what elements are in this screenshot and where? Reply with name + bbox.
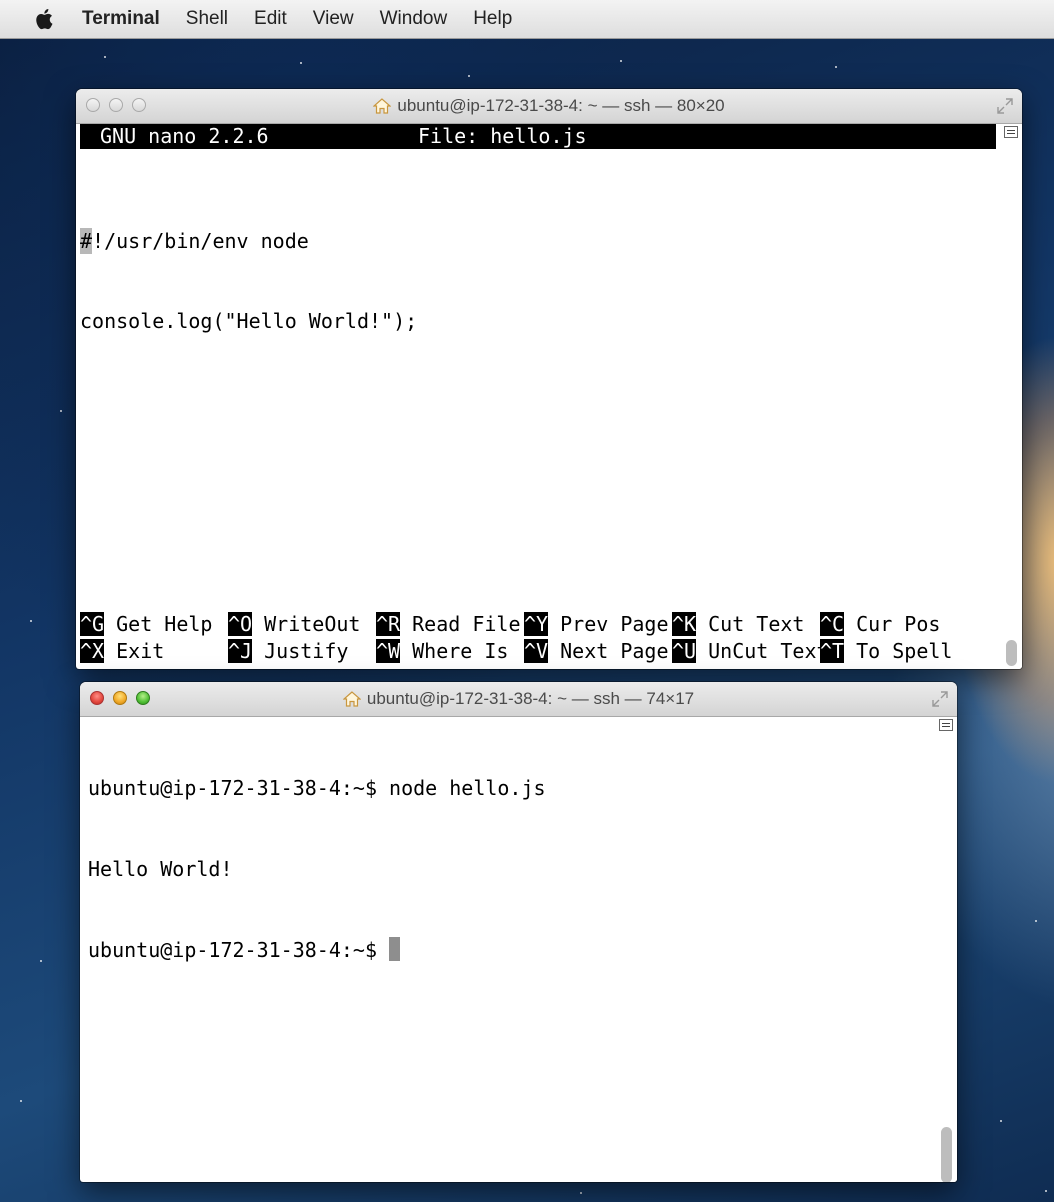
nano-shortcut-bar: ^G Get Help ^O WriteOut ^R Read File ^Y … [80, 611, 952, 665]
menu-app-name[interactable]: Terminal [82, 8, 160, 30]
prompt-line: ubuntu@ip-172-31-38-4:~$ [88, 937, 546, 966]
shortcut-next-page: ^V Next Page [524, 639, 669, 663]
shortcut-justify: ^J Justify [228, 639, 349, 663]
window-titlebar[interactable]: ubuntu@ip-172-31-38-4: ~ — ssh — 80×20 [76, 89, 1022, 124]
code-text: console.log("Hello World!"); [80, 309, 418, 333]
shortcut-read-file: ^R Read File [376, 612, 521, 636]
menu-bar: Terminal Shell Edit View Window Help [0, 0, 1054, 39]
fullscreen-icon[interactable] [931, 690, 949, 708]
nano-version: GNU nano 2.2.6 [100, 124, 269, 148]
shortcut-writeout: ^O WriteOut [228, 612, 361, 636]
star [1045, 1190, 1047, 1192]
star [40, 960, 42, 962]
home-icon [373, 98, 392, 114]
shell-terminal-window[interactable]: ubuntu@ip-172-31-38-4: ~ — ssh — 74×17 u… [80, 682, 957, 1182]
nano-editor[interactable]: GNU nano 2.2.6 File: hello.js #!/usr/bin… [76, 124, 1022, 669]
shell-prompt: ubuntu@ip-172-31-38-4:~$ [88, 938, 390, 962]
shortcut-cut-text: ^K Cut Text [672, 612, 805, 636]
star [620, 60, 622, 62]
shortcut-prev-page: ^Y Prev Page [524, 612, 669, 636]
star [1000, 1120, 1002, 1122]
window-title: ubuntu@ip-172-31-38-4: ~ — ssh — 80×20 [397, 96, 725, 115]
shortcut-exit: ^X Exit [80, 639, 165, 663]
nano-filename: File: hello.js [418, 124, 587, 148]
star [580, 1192, 582, 1194]
code-text: !/usr/bin/env node [92, 229, 309, 253]
text-cursor: # [80, 228, 93, 254]
scrollbar-menu-icon[interactable] [939, 719, 953, 731]
menu-shell[interactable]: Shell [186, 8, 228, 30]
shortcut-get-help: ^G Get Help [80, 612, 213, 636]
nano-header-bar: GNU nano 2.2.6 File: hello.js [80, 124, 996, 149]
fullscreen-icon[interactable] [996, 97, 1014, 115]
shortcut-where-is: ^W Where Is [376, 639, 509, 663]
star [60, 410, 62, 412]
scrollbar-menu-icon[interactable] [1004, 126, 1018, 138]
scrollbar[interactable] [935, 717, 957, 1182]
star [835, 66, 837, 68]
terminal-line: ubuntu@ip-172-31-38-4:~$ node hello.js [88, 776, 546, 800]
nano-terminal-window[interactable]: ubuntu@ip-172-31-38-4: ~ — ssh — 80×20 G… [76, 89, 1022, 669]
shortcut-to-spell: ^T To Spell [820, 639, 953, 663]
code-line: console.log("Hello World!"); [80, 308, 417, 336]
menu-window[interactable]: Window [380, 8, 448, 30]
terminal-line: Hello World! [88, 857, 233, 881]
menu-help[interactable]: Help [473, 8, 512, 30]
scrollbar-thumb[interactable] [1006, 640, 1017, 666]
window-title: ubuntu@ip-172-31-38-4: ~ — ssh — 74×17 [366, 689, 695, 708]
star [300, 62, 302, 64]
star [104, 56, 106, 58]
nano-buffer[interactable]: #!/usr/bin/env node console.log("Hello W… [80, 176, 417, 388]
code-line: #!/usr/bin/env node [80, 228, 417, 256]
menu-edit[interactable]: Edit [254, 8, 287, 30]
shortcut-uncut-text: ^U UnCut Text [672, 639, 829, 663]
window-titlebar[interactable]: ubuntu@ip-172-31-38-4: ~ — ssh — 74×17 [80, 682, 957, 717]
scrollbar-thumb[interactable] [941, 1127, 952, 1182]
home-icon [342, 691, 361, 707]
scrollbar[interactable] [1000, 124, 1022, 669]
apple-logo-icon[interactable] [32, 6, 58, 32]
star [1035, 920, 1037, 922]
menu-view[interactable]: View [313, 8, 354, 30]
shell-output[interactable]: ubuntu@ip-172-31-38-4:~$ node hello.js H… [80, 717, 957, 1182]
star [468, 75, 470, 77]
text-cursor [389, 937, 401, 961]
shortcut-cur-pos: ^C Cur Pos [820, 612, 941, 636]
star [30, 620, 32, 622]
star [20, 1100, 22, 1102]
